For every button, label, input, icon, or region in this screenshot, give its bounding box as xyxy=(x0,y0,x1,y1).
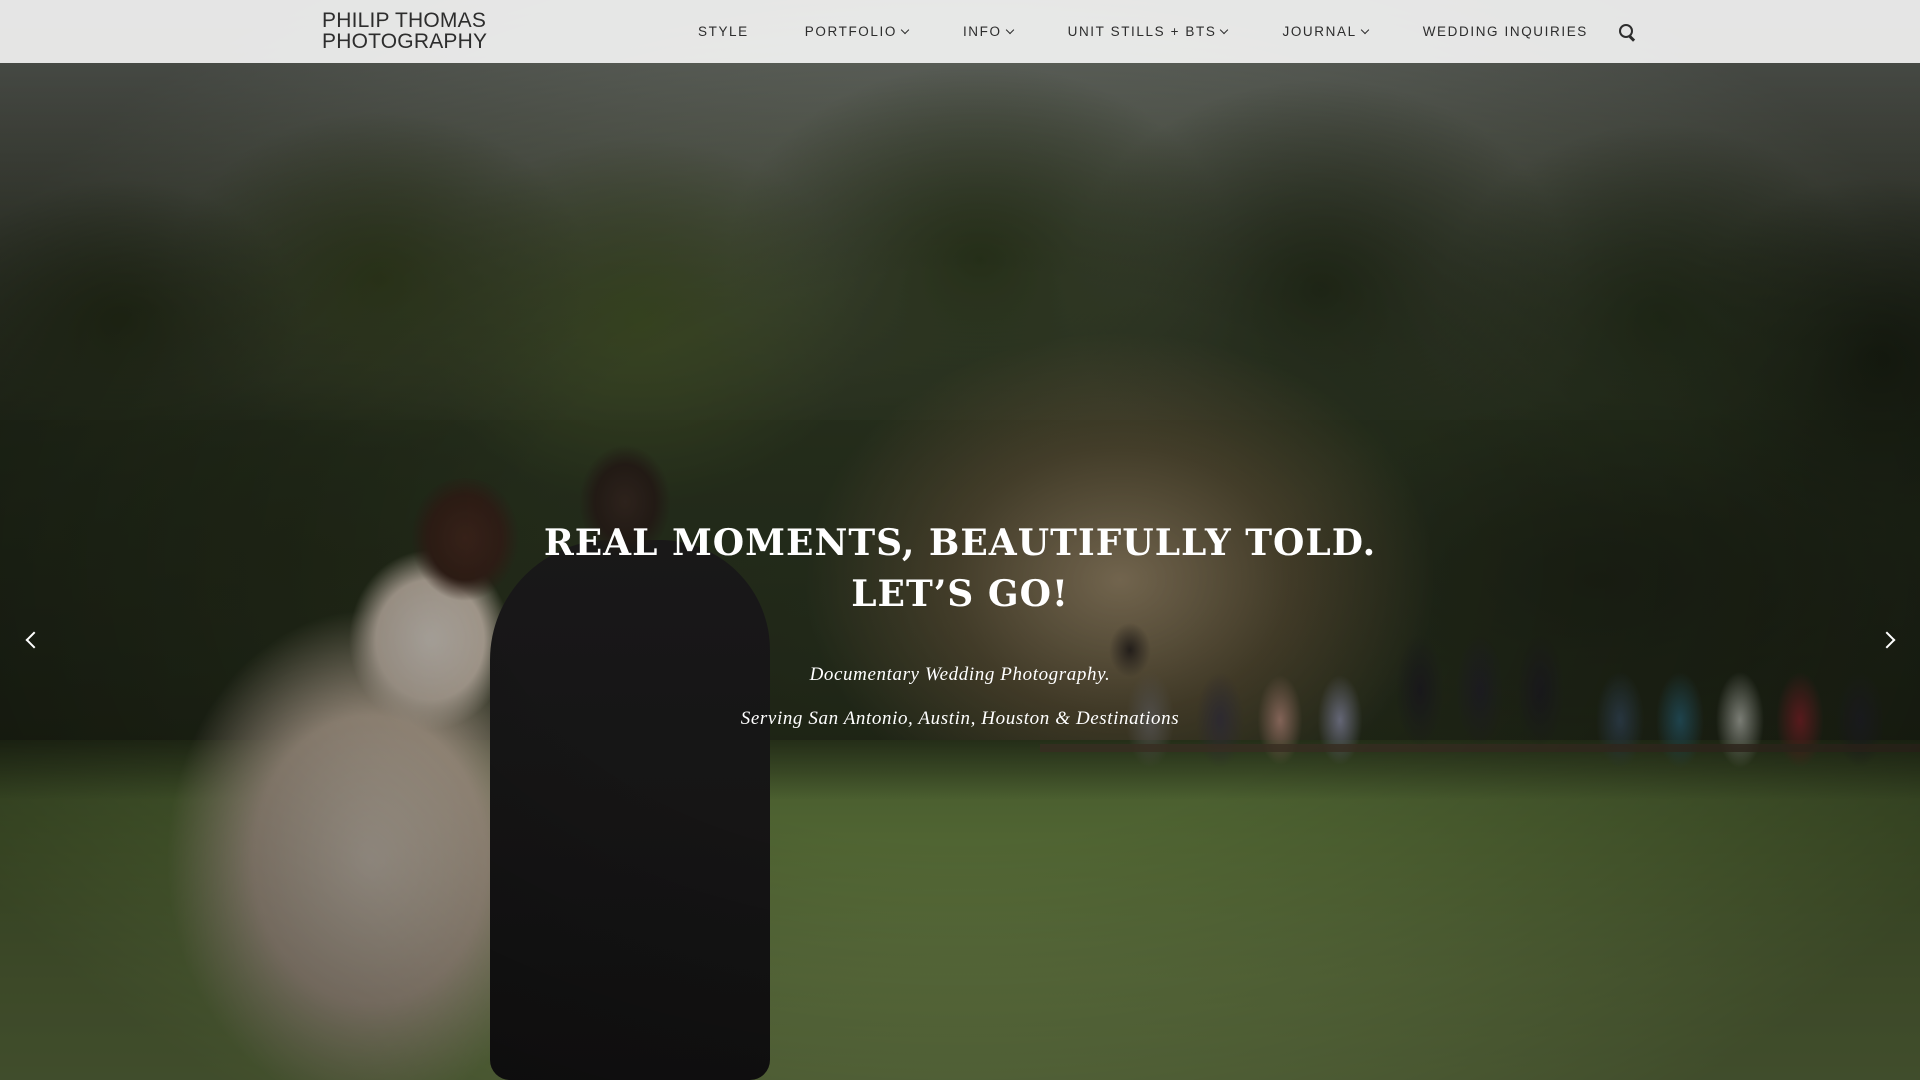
nav-item-wedding-inquiries[interactable]: WEDDING INQUIRIES xyxy=(1423,24,1588,39)
logo-line-2: PHOTOGRAPHY xyxy=(322,30,488,53)
nav-item-label: INFO xyxy=(962,24,1002,39)
hero-caption: REAL MOMENTS, BEAUTIFULLY TOLD. LET’S GO… xyxy=(460,518,1460,730)
hero-subline-2: Serving San Antonio, Austin, Houston & D… xyxy=(740,708,1180,729)
chevron-right-icon xyxy=(1878,631,1896,649)
hero-headline-line-2: LET’S GO! xyxy=(851,573,1069,615)
nav-item-label: STYLE xyxy=(698,24,749,39)
chevron-down-icon xyxy=(1360,25,1369,35)
nav-item-portfolio[interactable]: PORTFOLIO xyxy=(804,24,910,39)
hero-subline-1: Documentary Wedding Photography. xyxy=(809,664,1111,685)
slider-prev-button[interactable] xyxy=(11,620,51,660)
page: PHILIP THOMAS PHOTOGRAPHY STYLE PORTFOLI… xyxy=(0,0,1920,1080)
slider-next-button[interactable] xyxy=(1869,620,1909,660)
chevron-down-icon xyxy=(1005,25,1014,35)
nav-item-unit-stills-bts[interactable]: UNIT STILLS + BTS xyxy=(1067,24,1229,39)
nav-item-label: JOURNAL xyxy=(1282,24,1357,39)
site-header: PHILIP THOMAS PHOTOGRAPHY STYLE PORTFOLI… xyxy=(0,0,1920,63)
search-icon-handle xyxy=(1629,34,1636,41)
nav-item-label: UNIT STILLS + BTS xyxy=(1067,24,1217,39)
hero-headline: REAL MOMENTS, BEAUTIFULLY TOLD. LET’S GO… xyxy=(460,518,1460,620)
site-logo[interactable]: PHILIP THOMAS PHOTOGRAPHY xyxy=(322,10,492,54)
nav-item-label: PORTFOLIO xyxy=(804,24,897,39)
logo-line-1: PHILIP THOMAS xyxy=(322,9,487,32)
nav-item-journal[interactable]: JOURNAL xyxy=(1282,24,1369,39)
nav-item-style[interactable]: STYLE xyxy=(698,24,749,39)
search-icon[interactable] xyxy=(1618,23,1636,41)
nav-item-label: WEDDING INQUIRIES xyxy=(1422,24,1588,39)
nav-item-info[interactable]: INFO xyxy=(962,24,1014,39)
chevron-down-icon xyxy=(900,25,910,35)
chevron-down-icon xyxy=(1220,25,1229,35)
main-nav: STYLE PORTFOLIO INFO UNIT STILLS + BTS J… xyxy=(698,0,1636,63)
hero-headline-line-1: REAL MOMENTS, BEAUTIFULLY TOLD. xyxy=(543,522,1377,564)
chevron-left-icon xyxy=(25,631,43,649)
